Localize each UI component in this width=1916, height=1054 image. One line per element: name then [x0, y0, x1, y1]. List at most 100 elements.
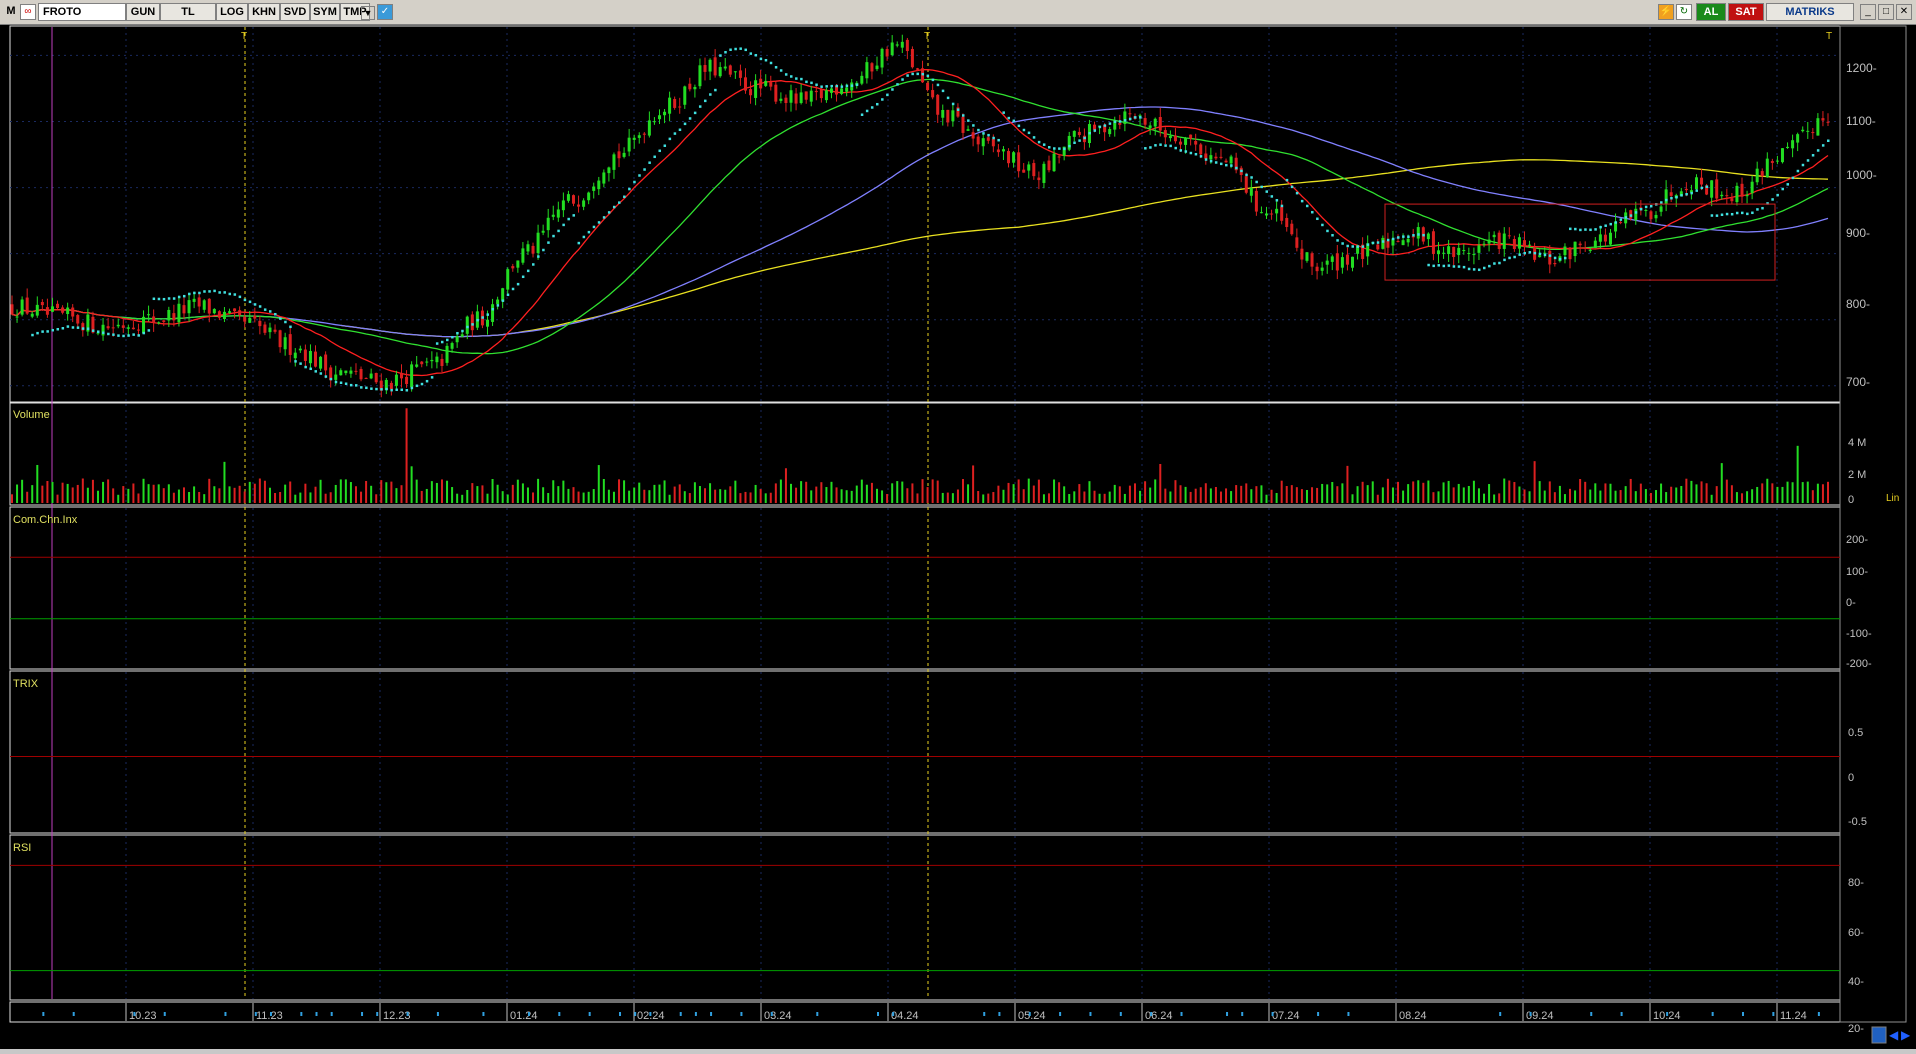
volume-bar: [1159, 463, 1162, 503]
minimize-icon[interactable]: _: [1860, 4, 1876, 20]
volume-bar: [1579, 479, 1582, 503]
candle-body: [344, 370, 348, 374]
sar-dot: [1427, 263, 1430, 267]
volume-bar: [552, 480, 555, 503]
chart-type-icon[interactable]: ∞: [20, 4, 36, 20]
volume-bar: [1457, 483, 1460, 503]
volume-bar: [481, 485, 484, 503]
sar-dot: [1806, 159, 1810, 162]
sar-dot: [491, 307, 495, 311]
sar-dot: [1569, 227, 1572, 231]
volume-bar: [390, 481, 393, 503]
volume-bar: [698, 486, 701, 503]
candle-body: [1179, 141, 1183, 145]
volume-bar: [137, 493, 140, 503]
sar-dot: [607, 211, 611, 214]
candle-body: [1376, 244, 1380, 250]
sar-dot: [668, 137, 672, 141]
volume-bar: [1493, 494, 1496, 503]
sar-dot: [1027, 131, 1031, 135]
maximize-icon[interactable]: □: [1878, 4, 1894, 20]
sym-button[interactable]: SYM: [310, 3, 340, 21]
sar-dot: [471, 323, 474, 326]
sar-dot: [304, 365, 307, 369]
candle-body: [1821, 118, 1825, 121]
sar-dot: [263, 308, 267, 311]
sar-dot: [1174, 146, 1177, 150]
sar-dot: [683, 122, 687, 126]
x-tick-mark: [361, 1012, 364, 1016]
candle-body: [1436, 250, 1440, 255]
sar-dot: [547, 241, 550, 244]
volume-bar: [516, 479, 519, 503]
volume-bar: [117, 494, 120, 503]
candle-body: [157, 322, 161, 324]
khn-button[interactable]: KHN: [248, 3, 280, 21]
volume-bar: [496, 484, 499, 503]
refresh-icon[interactable]: ↻: [1676, 4, 1692, 20]
chart-canvas[interactable]: T T Volume Com.Chn.Inx TRIX RSI 1200- 110…: [0, 25, 1916, 1049]
sar-dot: [704, 99, 707, 103]
lightning-icon[interactable]: ⚡: [1658, 4, 1674, 20]
currency-button[interactable]: TL: [160, 3, 216, 21]
candle-body: [1502, 233, 1506, 249]
volume-bar: [1139, 490, 1142, 503]
candle-body: [566, 194, 570, 201]
volume-bar: [1260, 485, 1263, 503]
volume-bar: [1093, 490, 1096, 503]
twitter-bird-icon[interactable]: ✓: [377, 4, 393, 20]
sar-dot: [354, 384, 358, 387]
volume-bar: [587, 491, 590, 503]
scroll-icon[interactable]: [1871, 1026, 1887, 1044]
sar-dot: [31, 333, 34, 337]
scroll-right-icon[interactable]: ▶: [1901, 1028, 1911, 1042]
candle-body: [314, 351, 318, 367]
scroll-left-icon[interactable]: ◀: [1889, 1028, 1899, 1042]
symbol-field[interactable]: FROTO: [38, 3, 126, 21]
sar-dot: [380, 388, 383, 391]
candle-body: [142, 316, 146, 334]
volume-bar: [521, 483, 524, 503]
sar-dot: [1609, 222, 1612, 226]
sar-dot: [451, 335, 454, 339]
candle-body: [501, 288, 505, 302]
x-tick-mark: [1347, 1012, 1350, 1016]
volume-bar: [1073, 491, 1076, 503]
candle-body: [197, 297, 201, 307]
menu-m-button[interactable]: M: [4, 3, 18, 21]
sar-dot: [714, 88, 717, 92]
candle-body: [1608, 232, 1612, 245]
candle-body: [111, 327, 115, 329]
buy-button[interactable]: AL: [1696, 3, 1726, 21]
sell-button[interactable]: SAT: [1728, 3, 1764, 21]
sar-dot: [1821, 144, 1825, 147]
sar-dot: [1179, 149, 1183, 152]
volume-bar: [167, 484, 170, 503]
volume-bar: [299, 492, 302, 503]
candle-body: [647, 120, 651, 136]
period-button[interactable]: GUN: [126, 3, 160, 21]
sar-dot: [344, 382, 348, 385]
volume-bar: [395, 488, 398, 503]
volume-bar: [415, 479, 418, 503]
svd-button[interactable]: SVD: [280, 3, 310, 21]
candle-body: [1634, 208, 1638, 221]
candle-body: [1482, 243, 1486, 245]
x-tick-mark: [42, 1012, 45, 1016]
volume-bar: [1017, 479, 1020, 503]
sar-dot: [825, 85, 828, 88]
chevron-down-icon[interactable]: ▼: [361, 6, 375, 20]
close-icon[interactable]: ✕: [1896, 4, 1912, 20]
volume-bar: [1265, 494, 1268, 503]
volume-bar: [1402, 490, 1405, 503]
x-tick-mark: [1666, 1012, 1669, 1016]
sar-dot: [1498, 261, 1501, 265]
sar-dot: [172, 297, 176, 300]
volume-scale-label[interactable]: Lin: [1886, 493, 1899, 504]
sar-dot: [1589, 228, 1592, 232]
log-button[interactable]: LOG: [216, 3, 248, 21]
candle-body: [15, 316, 19, 318]
sar-dot: [1275, 199, 1279, 202]
volume-bar: [881, 490, 884, 503]
candle-body: [1315, 266, 1319, 272]
